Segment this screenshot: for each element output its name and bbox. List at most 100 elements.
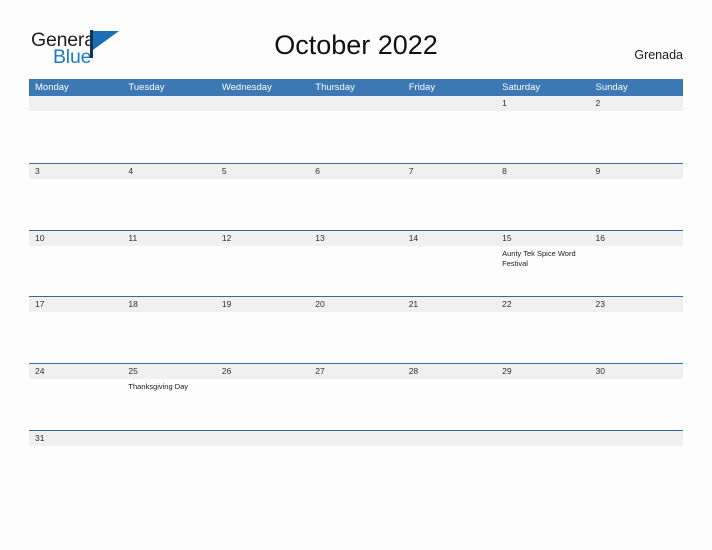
- day-cell[interactable]: [590, 312, 683, 363]
- day-cell[interactable]: [403, 379, 496, 430]
- day-cell[interactable]: [122, 246, 215, 297]
- day-number-empty: [309, 96, 402, 111]
- day-number-29[interactable]: 29: [496, 364, 589, 379]
- day-cell[interactable]: Thanksgiving Day: [122, 379, 215, 430]
- day-number-28[interactable]: 28: [403, 364, 496, 379]
- day-number-empty: [216, 96, 309, 111]
- day-number-25[interactable]: 25: [122, 364, 215, 379]
- day-cell[interactable]: [403, 312, 496, 363]
- day-number-15[interactable]: 15: [496, 231, 589, 246]
- page-header: General Blue October 2022 Grenada: [0, 0, 712, 79]
- day-number-13[interactable]: 13: [309, 231, 402, 246]
- page-title: October 2022: [274, 30, 438, 60]
- day-number-16[interactable]: 16: [590, 231, 683, 246]
- day-number-2[interactable]: 2: [590, 96, 683, 111]
- day-number-17[interactable]: 17: [29, 297, 122, 312]
- day-cell[interactable]: [29, 111, 122, 162]
- day-number-6[interactable]: 6: [309, 164, 402, 179]
- day-number-21[interactable]: 21: [403, 297, 496, 312]
- day-number-10[interactable]: 10: [29, 231, 122, 246]
- day-cell[interactable]: [309, 312, 402, 363]
- weekday-header-monday: Monday: [35, 82, 69, 93]
- day-cell[interactable]: [403, 446, 496, 497]
- day-number-14[interactable]: 14: [403, 231, 496, 246]
- day-cell[interactable]: [29, 446, 122, 497]
- day-cell[interactable]: [29, 379, 122, 430]
- day-number-23[interactable]: 23: [590, 297, 683, 312]
- weekday-header-wednesday: Wednesday: [221, 82, 272, 93]
- day-number-empty: [122, 96, 215, 111]
- calendar-week-row: 17 18 19 20 21 22 23: [29, 296, 683, 363]
- day-number-27[interactable]: 27: [309, 364, 402, 379]
- day-cell[interactable]: [590, 179, 683, 230]
- day-cell[interactable]: [309, 111, 402, 162]
- day-cell[interactable]: [496, 312, 589, 363]
- day-number-19[interactable]: 19: [216, 297, 309, 312]
- day-cell[interactable]: [590, 379, 683, 430]
- weekday-header-thursday: Thursday: [315, 82, 355, 93]
- day-cell[interactable]: [590, 111, 683, 162]
- day-cell[interactable]: [122, 111, 215, 162]
- day-number-8[interactable]: 8: [496, 164, 589, 179]
- calendar-week-row: 12: [29, 96, 683, 163]
- day-number-7[interactable]: 7: [403, 164, 496, 179]
- event-strip: [29, 179, 683, 230]
- day-cell[interactable]: [309, 246, 402, 297]
- day-number-24[interactable]: 24: [29, 364, 122, 379]
- date-number-strip: 10 11 12 13 14 15 16: [29, 230, 683, 246]
- day-number-3[interactable]: 3: [29, 164, 122, 179]
- event-strip: [29, 446, 683, 497]
- day-cell[interactable]: [403, 179, 496, 230]
- day-cell[interactable]: [590, 446, 683, 497]
- day-cell[interactable]: [29, 312, 122, 363]
- day-cell[interactable]: [496, 111, 589, 162]
- event-strip: [29, 312, 683, 363]
- day-cell[interactable]: Aunty Tek Spice Word Festival: [496, 246, 589, 297]
- day-cell[interactable]: [216, 312, 309, 363]
- day-cell[interactable]: [216, 179, 309, 230]
- calendar-weeks: 1 2 3 4 5 6 7 8 9 10 11 12 13 14 15 16 Aunty Tek Spice W…: [29, 96, 683, 475]
- date-number-strip: 24 25 26 27 28 29 30: [29, 364, 683, 380]
- country-label: Grenada: [634, 48, 683, 62]
- day-cell[interactable]: [496, 179, 589, 230]
- day-cell[interactable]: [29, 179, 122, 230]
- day-cell[interactable]: [216, 446, 309, 497]
- day-cell[interactable]: [403, 111, 496, 162]
- day-cell[interactable]: [216, 379, 309, 430]
- weekday-header-row: Monday Tuesday Wednesday Thursday Friday Satu…: [29, 79, 683, 96]
- day-number-22[interactable]: 22: [496, 297, 589, 312]
- calendar-week-row: 24 25 26 27 28 29 30 Thanksgiving Day: [29, 363, 683, 430]
- day-cell[interactable]: [496, 379, 589, 430]
- day-number-empty: [309, 431, 402, 446]
- day-number-empty: [122, 431, 215, 446]
- day-number-empty: [590, 431, 683, 446]
- day-number-18[interactable]: 18: [122, 297, 215, 312]
- day-number-1[interactable]: 1: [496, 96, 589, 111]
- day-cell[interactable]: [29, 246, 122, 297]
- day-number-4[interactable]: 4: [122, 164, 215, 179]
- day-number-26[interactable]: 26: [216, 364, 309, 379]
- day-cell[interactable]: [309, 446, 402, 497]
- day-cell[interactable]: [309, 379, 402, 430]
- calendar-page: General Blue October 2022 Grenada Monday…: [0, 0, 712, 550]
- day-cell[interactable]: [216, 246, 309, 297]
- day-cell[interactable]: [496, 446, 589, 497]
- day-number-empty: [496, 431, 589, 446]
- calendar-week-row: 3456789: [29, 162, 683, 230]
- day-number-20[interactable]: 20: [309, 297, 402, 312]
- day-cell[interactable]: [122, 179, 215, 230]
- day-cell[interactable]: [309, 179, 402, 230]
- weekday-header-tuesday: Tuesday: [128, 82, 165, 93]
- day-number-11[interactable]: 11: [122, 231, 215, 246]
- day-cell[interactable]: [403, 246, 496, 297]
- day-number-empty: [403, 96, 496, 111]
- day-number-30[interactable]: 30: [590, 364, 683, 379]
- day-number-9[interactable]: 9: [590, 164, 683, 179]
- day-cell[interactable]: [216, 111, 309, 162]
- day-cell[interactable]: [122, 446, 215, 497]
- day-number-31[interactable]: 31: [29, 431, 122, 446]
- day-number-5[interactable]: 5: [216, 164, 309, 179]
- day-number-12[interactable]: 12: [216, 231, 309, 246]
- day-cell[interactable]: [122, 312, 215, 363]
- day-cell[interactable]: [590, 246, 683, 297]
